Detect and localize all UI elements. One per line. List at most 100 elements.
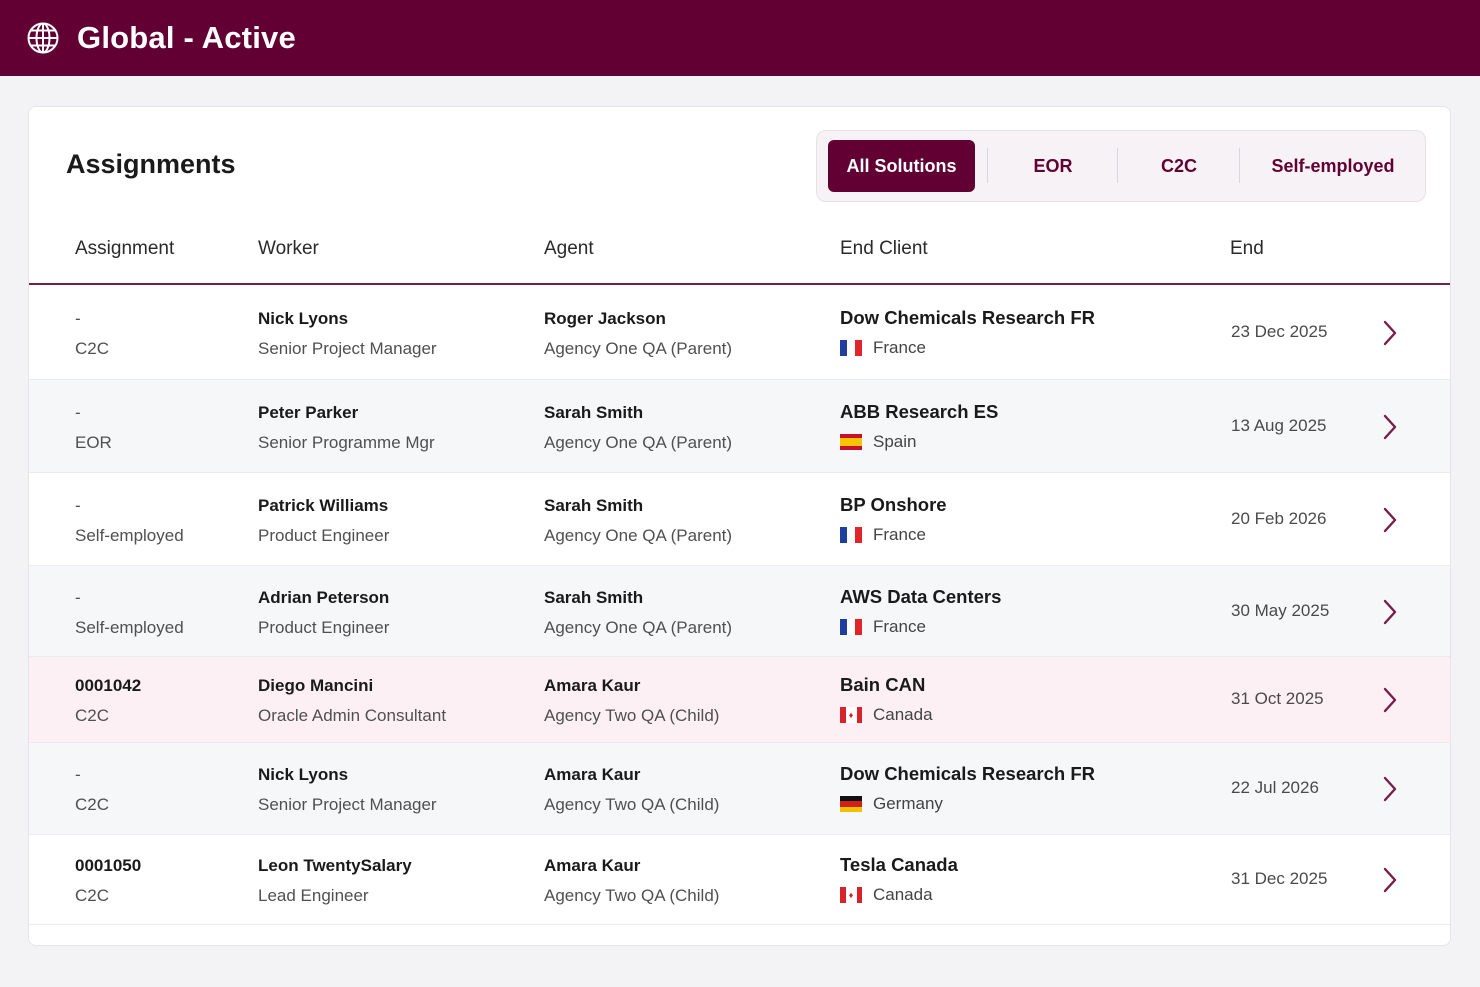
- col-worker[interactable]: Worker: [258, 238, 319, 260]
- assignment-cell: 0001050 C2C: [75, 856, 141, 906]
- country-name: France: [873, 616, 926, 636]
- worker-cell: Adrian Peterson Product Engineer: [258, 588, 389, 638]
- assignment-type: C2C: [75, 886, 110, 905]
- worker-cell: Nick Lyons Senior Project Manager: [258, 765, 437, 815]
- agent-name: Sarah Smith: [544, 587, 644, 607]
- worker-name: Peter Parker: [258, 402, 359, 422]
- end-client-country: France: [840, 338, 1095, 358]
- col-assignment[interactable]: Assignment: [75, 238, 174, 260]
- table-row[interactable]: - EOR Peter Parker Senior Programme Mgr Sara…: [29, 380, 1450, 473]
- worker-name: Nick Lyons: [258, 765, 349, 784]
- country-name: Canada: [873, 885, 933, 904]
- worker-role: Product Engineer: [258, 617, 390, 637]
- top-bar: Global - Active: [0, 0, 1480, 76]
- end-client-country: ♦ Canada: [840, 885, 958, 905]
- col-end[interactable]: End: [1230, 238, 1264, 260]
- worker-role: Senior Project Manager: [258, 339, 437, 358]
- worker-role: Senior Programme Mgr: [258, 432, 435, 452]
- col-agent[interactable]: Agent: [544, 238, 594, 260]
- filter-all-solutions[interactable]: All Solutions: [828, 140, 975, 192]
- assignment-id: -: [75, 309, 81, 328]
- end-client-name: Tesla Canada: [840, 854, 958, 875]
- filter-eor[interactable]: EOR: [989, 140, 1117, 192]
- end-client-country: Spain: [840, 432, 998, 452]
- chevron-right-icon[interactable]: [1380, 413, 1400, 441]
- assignment-cell: - C2C: [75, 765, 109, 815]
- agent-cell: Sarah Smith Agency One QA (Parent): [544, 496, 732, 546]
- agent-cell: Amara Kaur Agency Two QA (Child): [544, 765, 719, 815]
- col-end-client[interactable]: End Client: [840, 238, 928, 260]
- end-date: 13 Aug 2025: [1231, 415, 1327, 435]
- worker-name: Leon TwentySalary: [258, 856, 412, 875]
- end-client-cell: BP Onshore France: [840, 494, 947, 545]
- chevron-right-icon[interactable]: [1380, 686, 1400, 714]
- worker-cell: Diego Mancini Oracle Admin Consultant: [258, 676, 446, 726]
- agent-cell: Roger Jackson Agency One QA (Parent): [544, 309, 732, 359]
- worker-name: Diego Mancini: [258, 676, 374, 695]
- assignment-id: -: [75, 495, 81, 515]
- assignment-cell: - Self-employed: [75, 588, 184, 638]
- end-client-name: ABB Research ES: [840, 400, 999, 422]
- end-client-country: France: [840, 617, 1001, 637]
- filter-c2c[interactable]: C2C: [1119, 140, 1239, 192]
- agent-org: Agency Two QA (Child): [544, 795, 720, 814]
- filter-divider: [987, 148, 988, 183]
- end-client-name: AWS Data Centers: [840, 585, 1002, 607]
- assignment-cell: - EOR: [75, 403, 112, 453]
- agent-cell: Sarah Smith Agency One QA (Parent): [544, 403, 732, 453]
- assignment-id: 0001042: [75, 676, 142, 695]
- agent-org: Agency One QA (Parent): [544, 617, 733, 637]
- agent-org: Agency One QA (Parent): [544, 339, 733, 358]
- assignment-id: -: [75, 402, 81, 422]
- end-client-country: ♦ Canada: [840, 705, 933, 725]
- assignment-type: C2C: [75, 706, 110, 725]
- worker-cell: Nick Lyons Senior Project Manager: [258, 309, 437, 359]
- chevron-right-icon[interactable]: [1380, 775, 1400, 803]
- end-client-name: Bain CAN: [840, 674, 926, 695]
- end-client-cell: Dow Chemicals Research FR Germany: [840, 763, 1095, 814]
- table-row[interactable]: - Self-employed Patrick Williams Product En…: [29, 473, 1450, 566]
- assignment-cell: - C2C: [75, 309, 109, 359]
- assignments-card: Assignments All Solutions EOR C2C Self-e…: [28, 106, 1451, 946]
- table-row[interactable]: 0001042 C2C Diego Mancini Oracle Admin Cons…: [29, 657, 1450, 743]
- es-flag-icon: [840, 433, 862, 450]
- end-client-name: BP Onshore: [840, 493, 947, 515]
- end-client-cell: Tesla Canada ♦ Canada: [840, 854, 958, 905]
- end-date: 31 Oct 2025: [1231, 689, 1324, 708]
- end-client-country: Germany: [840, 794, 1095, 814]
- solution-filter: All Solutions EOR C2C Self-employed: [816, 130, 1426, 202]
- country-name: France: [873, 338, 926, 357]
- globe-icon: [26, 21, 60, 55]
- ca-flag-icon: ♦: [840, 707, 862, 723]
- worker-name: Patrick Williams: [258, 495, 389, 515]
- end-client-name: Dow Chemicals Research FR: [840, 307, 1095, 328]
- ca-flag-icon: ♦: [840, 887, 862, 903]
- de-flag-icon: [840, 796, 862, 812]
- fr-flag-icon: [840, 526, 862, 543]
- card-title: Assignments: [66, 149, 236, 179]
- assignment-type: Self-employed: [75, 525, 184, 545]
- end-date: 23 Dec 2025: [1231, 322, 1328, 341]
- table-row[interactable]: - C2C Nick Lyons Senior Project Manager Amar…: [29, 743, 1450, 835]
- table-row[interactable]: - C2C Nick Lyons Senior Project Manager Roge…: [29, 286, 1450, 380]
- end-client-cell: Dow Chemicals Research FR France: [840, 307, 1095, 358]
- chevron-right-icon[interactable]: [1380, 319, 1400, 347]
- table-header: Assignment Worker Agent End Client End: [29, 218, 1450, 285]
- chevron-right-icon[interactable]: [1380, 866, 1400, 894]
- assignment-id: -: [75, 587, 81, 607]
- country-name: Spain: [873, 431, 917, 451]
- worker-name: Nick Lyons: [258, 309, 349, 328]
- agent-cell: Amara Kaur Agency Two QA (Child): [544, 676, 719, 726]
- country-name: Canada: [873, 705, 933, 724]
- assignment-id: -: [75, 765, 81, 784]
- chevron-right-icon[interactable]: [1380, 506, 1400, 534]
- agent-name: Amara Kaur: [544, 676, 641, 695]
- agent-org: Agency Two QA (Child): [544, 886, 720, 905]
- table-row[interactable]: - Self-employed Adrian Peterson Product Eng…: [29, 566, 1450, 657]
- fr-flag-icon: [840, 618, 862, 635]
- filter-self-employed[interactable]: Self-employed: [1241, 140, 1425, 192]
- table-row[interactable]: 0001050 C2C Leon TwentySalary Lead Engineer…: [29, 835, 1450, 925]
- chevron-right-icon[interactable]: [1380, 598, 1400, 626]
- end-client-cell: ABB Research ES Spain: [840, 401, 998, 452]
- worker-cell: Patrick Williams Product Engineer: [258, 496, 389, 546]
